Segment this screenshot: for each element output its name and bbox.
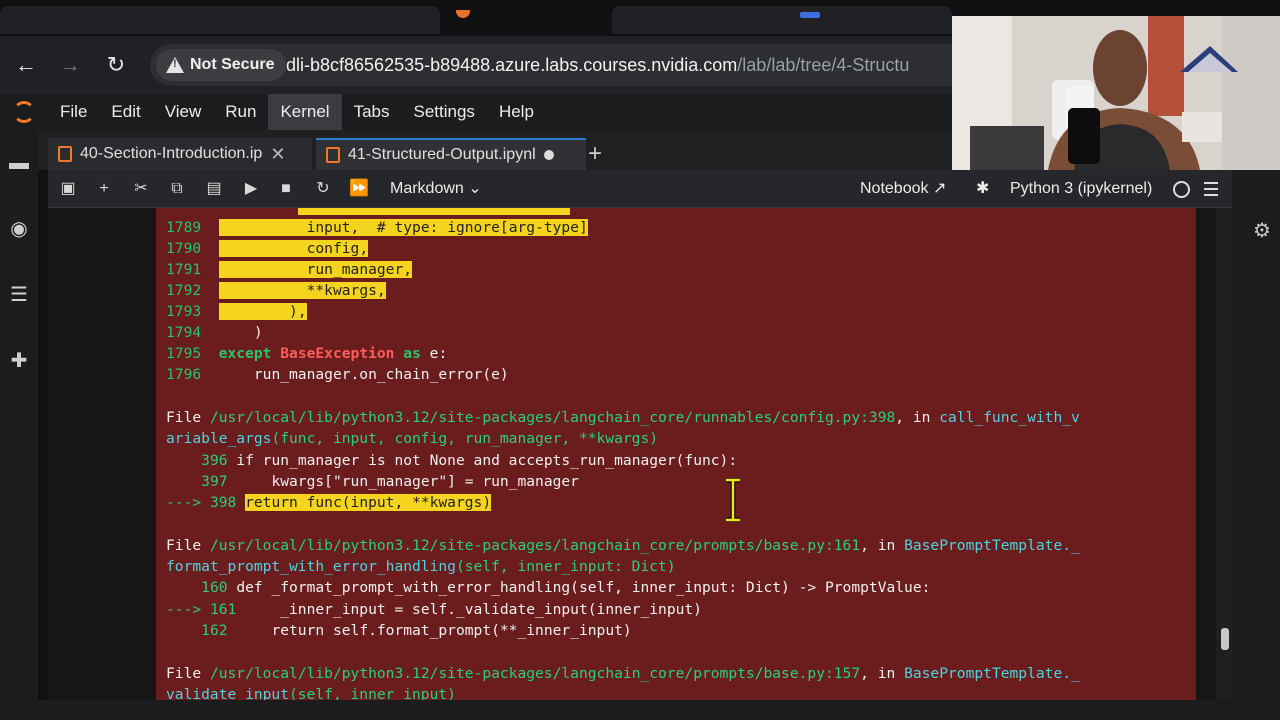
url-path: /lab/lab/tree/4-Structu [737, 55, 910, 75]
browser-tab[interactable] [0, 6, 440, 34]
menu-edit[interactable]: Edit [99, 94, 152, 130]
notebook-label: Notebook [860, 180, 929, 197]
notebook-content: 1789 input, # type: ignore[arg-type] 179… [48, 208, 1216, 700]
tab-section-introduction[interactable]: 40-Section-Introduction.ip ✕ [48, 138, 312, 170]
traceback-line: 1794 ) [166, 324, 263, 341]
traceback-line: 162 return self.format_prompt(**_inner_i… [201, 622, 632, 639]
tab-favicon-icon [800, 12, 820, 18]
notebook-toolbar: ▣ + ✂ ⧉ ▤ ▶ ■ ↻ ⏩ Markdown ⌄ Notebook ↗ … [48, 170, 1232, 208]
traceback-line: 160 def _format_prompt_with_error_handli… [201, 579, 931, 596]
traceback-line: 397 kwargs["run_manager"] = run_manager [201, 473, 579, 490]
menu-file[interactable]: File [48, 94, 99, 130]
traceback-file-header: File /usr/local/lib/python3.12/site-pack… [166, 537, 1080, 554]
right-sidebar [1232, 170, 1280, 720]
folder-icon[interactable]: ▬ [8, 152, 30, 174]
security-indicator[interactable]: Not Secure [156, 49, 287, 81]
run-icon[interactable]: ▶ [240, 178, 262, 200]
traceback-line: 1796 run_manager.on_chain_error(e) [166, 366, 509, 383]
url-host: dli-b8cf86562535-b89488.azure.labs.cours… [286, 55, 738, 75]
traceback-file-header: File /usr/local/lib/python3.12/site-pack… [166, 665, 1080, 682]
tab-label: 41-Structured-Output.ipynl [348, 146, 536, 163]
open-notebook-view[interactable]: Notebook ↗ [860, 170, 946, 208]
scrollbar-thumb[interactable] [1221, 628, 1229, 650]
cell-type-select[interactable]: Markdown ⌄ [390, 170, 482, 208]
traceback-line: 1795 except BaseException as e: [166, 345, 448, 362]
traceback-file-header-cont: format_prompt_with_error_handling(self, … [166, 558, 676, 575]
kernel-name[interactable]: Python 3 (ipykernel) [1010, 170, 1152, 208]
menu-settings[interactable]: Settings [402, 94, 487, 130]
menu-run[interactable]: Run [213, 94, 268, 130]
forward-arrow-icon[interactable]: → [55, 50, 85, 80]
notebook-icon [58, 146, 72, 162]
notebook-icon [326, 147, 340, 163]
traceback-line-current: ---> 161 _inner_input = self._validate_i… [166, 601, 702, 618]
paste-icon[interactable]: ▤ [203, 178, 225, 200]
menu-kernel[interactable]: Kernel [268, 94, 342, 130]
chevron-down-icon: ⌄ [468, 180, 482, 197]
running-kernels-icon[interactable]: ◉ [8, 218, 30, 240]
jupyter-favicon-icon [456, 10, 470, 18]
webcam-presenter-image [952, 16, 1280, 170]
menu-view[interactable]: View [153, 94, 214, 130]
vertical-scrollbar[interactable] [1216, 208, 1232, 700]
traceback-line-current: ---> 398 return func(input, **kwargs) [166, 494, 492, 511]
property-inspector-gear-icon[interactable]: ⚙ [1253, 218, 1271, 243]
kernel-status-circle-icon [1173, 181, 1190, 198]
url-text[interactable]: dli-b8cf86562535-b89488.azure.labs.cours… [286, 44, 909, 86]
external-link-icon: ↗ [932, 180, 947, 197]
save-icon[interactable]: ▣ [57, 178, 79, 200]
insert-cell-plus-icon[interactable]: + [93, 178, 115, 200]
tab-structured-output[interactable]: 41-Structured-Output.ipynl [316, 138, 586, 170]
traceback-line: 1790 config, [166, 240, 369, 257]
fast-forward-icon[interactable]: ⏩ [348, 178, 370, 200]
menu-tabs[interactable]: Tabs [342, 94, 402, 130]
new-tab-plus-icon[interactable]: + [588, 140, 602, 168]
warning-icon [166, 57, 184, 73]
menu-hamburger-icon[interactable] [1204, 182, 1218, 196]
debugger-bug-icon[interactable]: ✱ [976, 170, 989, 208]
traceback-file-header: File /usr/local/lib/python3.12/site-pack… [166, 409, 1080, 426]
security-label: Not Secure [190, 56, 275, 73]
restart-icon[interactable]: ↻ [312, 178, 334, 200]
unsaved-dot-icon[interactable] [543, 150, 554, 160]
menu-help[interactable]: Help [487, 94, 546, 130]
reload-icon[interactable]: ↻ [101, 50, 131, 80]
cell-type-label: Markdown [390, 180, 464, 197]
traceback-line: 1789 input, # type: ignore[arg-type] [166, 219, 588, 236]
left-sidebar: ▬ ◉ ☰ ✚ [0, 130, 38, 720]
browser-tab[interactable] [612, 6, 952, 34]
tab-label: 40-Section-Introduction.ip [80, 145, 263, 162]
traceback-file-header-cont: ariable_args(func, input, config, run_ma… [166, 430, 659, 447]
back-arrow-icon[interactable]: ← [11, 50, 41, 80]
traceback-line: 1792 **kwargs, [166, 282, 386, 299]
jupyter-logo-icon [0, 94, 48, 130]
text-cursor-icon [726, 478, 740, 522]
status-strip [0, 700, 1280, 720]
close-icon[interactable]: ✕ [270, 144, 285, 165]
table-of-contents-icon[interactable]: ☰ [8, 284, 30, 306]
cut-icon[interactable]: ✂ [130, 178, 152, 200]
traceback-line [166, 208, 571, 217]
extensions-icon[interactable]: ✚ [8, 350, 30, 372]
traceback-line: 1793 ), [166, 303, 307, 320]
traceback-line: 1791 run_manager, [166, 261, 413, 278]
traceback-line: 396 if run_manager is not None and accep… [201, 452, 738, 469]
copy-icon[interactable]: ⧉ [166, 178, 188, 200]
stop-icon[interactable]: ■ [275, 178, 297, 200]
traceback-file-header-cont: validate_input(self, inner_input) [166, 686, 456, 700]
